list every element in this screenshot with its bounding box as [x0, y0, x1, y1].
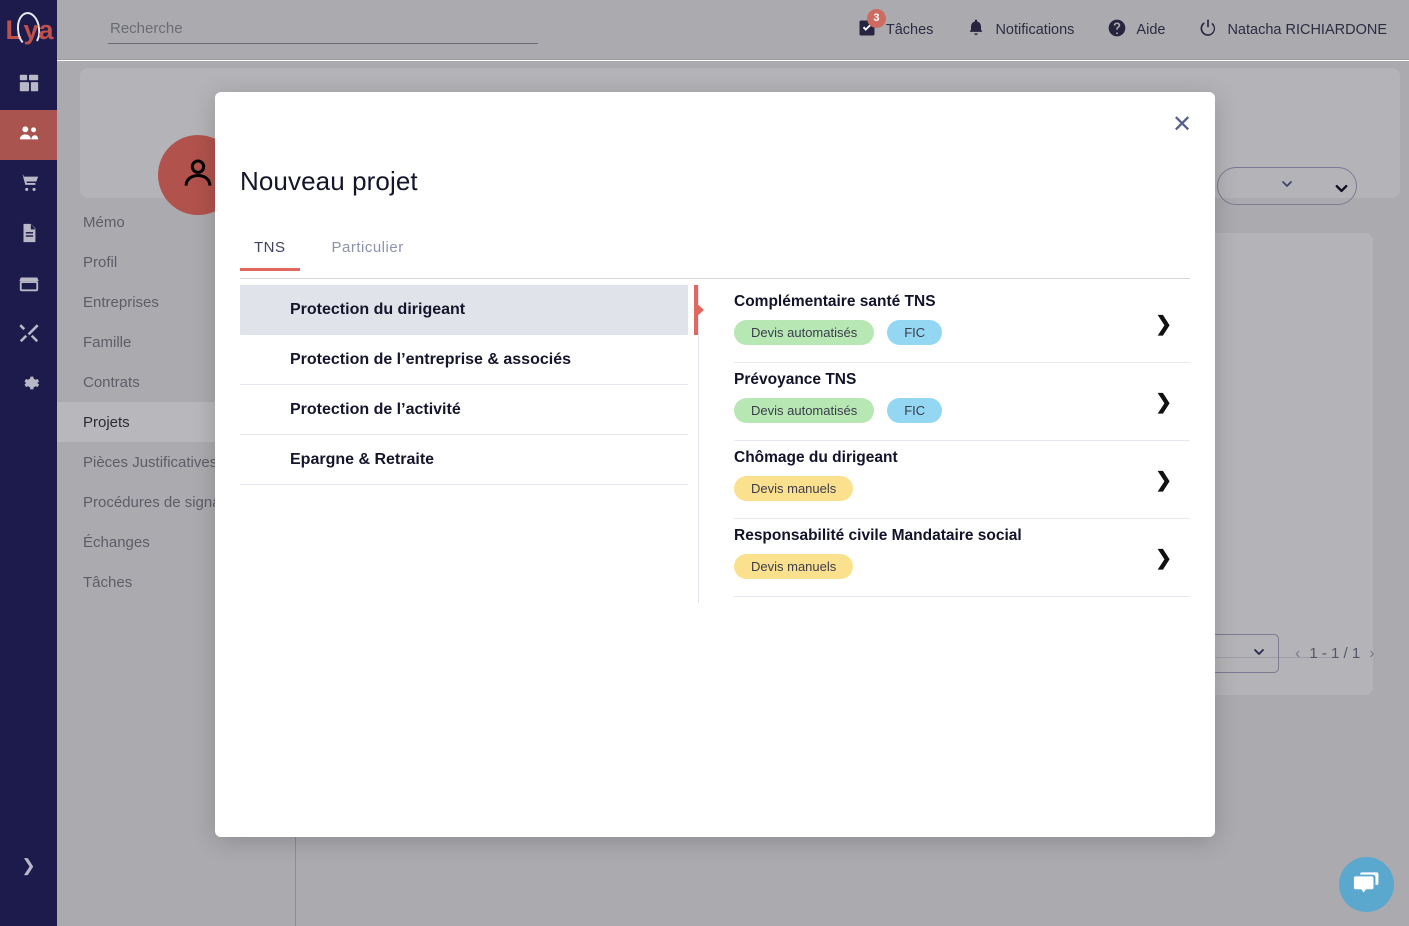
cart-icon [18, 172, 40, 199]
people-icon [18, 122, 40, 149]
category-protection-de-lactivite[interactable]: Protection de l’activité [240, 385, 688, 435]
chip-devis-automatises: Devis automatisés [734, 398, 875, 423]
page-range-label: 1 - 1 / 1 [1309, 645, 1361, 662]
chevron-right-icon[interactable]: ❯ [1155, 545, 1172, 570]
search-container [108, 15, 538, 44]
product-chips: Devis manuels [734, 476, 1120, 501]
grid-icon [18, 72, 40, 99]
product-row[interactable]: Prévoyance TNS Devis automatisés FIC ❯ [734, 363, 1190, 441]
chip-devis-manuels: Devis manuels [734, 476, 854, 501]
chat-bubble-icon [1353, 869, 1380, 901]
selected-caret-icon [695, 302, 704, 318]
rail-expand-button[interactable]: ❯ [0, 846, 57, 886]
product-name: Complémentaire santé TNS [734, 293, 936, 310]
chevron-down-icon [1251, 644, 1267, 664]
rail-item-store[interactable] [0, 260, 57, 310]
notifications-label: Notifications [995, 21, 1075, 38]
chevron-right-icon[interactable]: ❯ [1155, 467, 1172, 492]
tab-tns[interactable]: TNS [240, 239, 300, 271]
user-name-label: Natacha RICHIARDONE [1227, 21, 1387, 38]
document-icon [18, 222, 40, 249]
tasks-label: Tâches [885, 21, 934, 38]
category-protection-du-dirigeant[interactable]: Protection du dirigeant [240, 285, 704, 335]
tab-particulier[interactable]: Particulier [318, 239, 418, 268]
product-chips: Devis automatisés FIC [734, 320, 1120, 345]
top-bar: 3 Tâches Notifications Aide Natacha [57, 0, 1409, 60]
chevron-right-icon[interactable]: ❯ [1155, 311, 1172, 336]
prev-page-button[interactable]: ‹ [1295, 645, 1300, 663]
product-row[interactable]: Responsabilité civile Mandataire social … [734, 519, 1190, 597]
category-list: Protection du dirigeant Protection de l’… [240, 285, 704, 827]
next-page-button[interactable]: › [1369, 645, 1374, 663]
icon-rail: L ya ❯ [0, 0, 57, 926]
chat-button[interactable] [1339, 857, 1394, 912]
lya-logo-icon: L ya [6, 10, 54, 48]
modal-body: Protection du dirigeant Protection de l’… [240, 285, 1190, 827]
product-name: Responsabilité civile Mandataire social [734, 527, 1022, 544]
help-question-icon [1107, 18, 1127, 42]
rail-item-tools[interactable] [0, 310, 57, 360]
notifications-button[interactable]: Notifications [966, 18, 1074, 42]
nav-label: Famille [83, 333, 132, 351]
nav-label: Entreprises [83, 293, 159, 311]
nav-label: Échanges [83, 533, 150, 551]
rail-item-orders[interactable] [0, 160, 57, 210]
modal-tabs: TNS Particulier [240, 239, 1190, 279]
nav-label: Contrats [83, 373, 140, 391]
chevron-right-icon: ❯ [21, 856, 36, 875]
help-label: Aide [1136, 21, 1166, 38]
bell-icon [966, 18, 986, 42]
tools-icon [18, 322, 40, 349]
nav-label: Pièces Justificatives [83, 453, 218, 471]
power-icon [1198, 18, 1218, 42]
product-name: Chômage du dirigeant [734, 449, 898, 466]
chevron-right-icon[interactable]: ❯ [1155, 389, 1172, 414]
tasks-count-badge: 3 [866, 8, 886, 28]
app-logo[interactable]: L ya [0, 0, 57, 60]
page-range: ‹ 1 - 1 / 1 › [1295, 645, 1375, 663]
product-name: Prévoyance TNS [734, 371, 857, 388]
category-epargne-retraite[interactable]: Epargne & Retraite [240, 435, 688, 485]
product-list: Complémentaire santé TNS Devis automatis… [699, 285, 1190, 827]
category-label: Protection de l’entreprise & associés [290, 350, 571, 368]
chip-devis-automatises: Devis automatisés [734, 320, 875, 345]
category-label: Protection de l’activité [290, 400, 461, 418]
close-icon[interactable]: ✕ [1163, 106, 1201, 144]
pagination: 25 ‹ 1 - 1 / 1 › [1187, 634, 1375, 673]
nav-label: Profil [83, 253, 118, 271]
store-icon [18, 272, 40, 299]
category-protection-de-lentreprise-associes[interactable]: Protection de l’entreprise & associés [240, 335, 688, 385]
new-project-modal: ✕ Nouveau projet TNS Particulier Protect… [215, 92, 1215, 837]
rail-item-dashboard[interactable] [0, 60, 57, 110]
gear-icon [18, 372, 40, 399]
chevron-down-icon [1279, 176, 1295, 197]
product-chips: Devis manuels [734, 554, 1120, 579]
background-expand-toggle[interactable] [1332, 179, 1351, 203]
product-chips: Devis automatisés FIC [734, 398, 1120, 423]
help-button[interactable]: Aide [1107, 18, 1165, 42]
category-label: Epargne & Retraite [290, 450, 435, 468]
product-row[interactable]: Complémentaire santé TNS Devis automatis… [734, 285, 1190, 363]
chevron-down-icon [1332, 184, 1351, 202]
tasks-button[interactable]: 3 Tâches [857, 8, 934, 42]
rail-item-settings[interactable] [0, 360, 57, 410]
search-input[interactable] [108, 15, 538, 44]
nav-label: Tâches [83, 573, 133, 591]
rail-item-clients[interactable] [0, 110, 57, 160]
chip-fic: FIC [887, 398, 943, 423]
user-menu-button[interactable]: Natacha RICHIARDONE [1198, 18, 1387, 42]
person-icon [179, 154, 217, 197]
page-title: Nouveau projet [240, 166, 418, 196]
product-row[interactable]: Chômage du dirigeant Devis manuels ❯ [734, 441, 1190, 519]
nav-label: Mémo [83, 213, 125, 231]
rail-item-documents[interactable] [0, 210, 57, 260]
nav-label: Projets [83, 413, 130, 431]
chip-fic: FIC [887, 320, 943, 345]
chip-devis-manuels: Devis manuels [734, 554, 854, 579]
topbar-actions: 3 Tâches Notifications Aide Natacha RICH… [857, 8, 1409, 42]
category-label: Protection du dirigeant [290, 301, 466, 318]
